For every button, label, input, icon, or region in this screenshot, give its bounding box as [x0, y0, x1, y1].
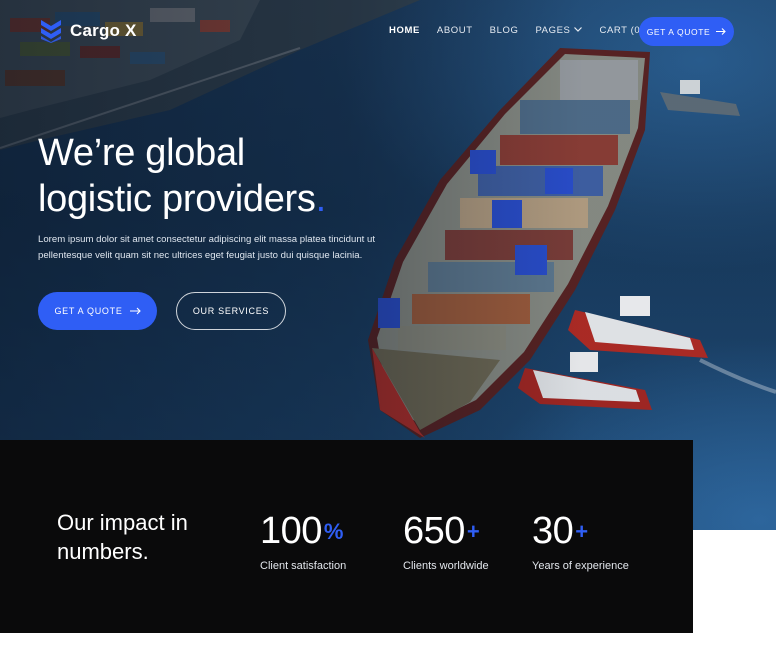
stat-suffix: %	[323, 519, 344, 544]
hero-description: Lorem ipsum dolor sit amet consectetur a…	[38, 234, 376, 261]
brand-logo[interactable]: Cargo X	[40, 19, 137, 43]
stat-clients-worldwide: 650+ Clients worldwide	[403, 509, 489, 572]
hero-headline-line-2: logistic providers	[38, 178, 316, 220]
get-a-quote-nav-button[interactable]: GET A QUOTE	[639, 17, 734, 46]
stat-suffix: +	[575, 519, 588, 544]
arrow-right-icon	[716, 28, 727, 35]
arrow-right-icon	[129, 307, 141, 315]
brand-name: Cargo X	[70, 21, 137, 40]
stat-label: Years of experience	[532, 560, 629, 572]
our-services-button[interactable]: OUR SERVICES	[176, 292, 286, 330]
stat-number: 100	[260, 510, 322, 552]
chevron-down-icon	[574, 27, 583, 32]
stat-value: 30+	[532, 509, 629, 554]
nav-item-about[interactable]: ABOUT	[437, 25, 473, 36]
get-a-quote-button[interactable]: GET A QUOTE	[38, 292, 157, 330]
stat-suffix: +	[466, 519, 480, 544]
hero-headline: We’re global logistic providers.	[38, 130, 458, 222]
hero-headline-accent-dot: .	[315, 178, 327, 220]
stat-label: Clients worldwide	[403, 560, 489, 572]
our-services-label: OUR SERVICES	[192, 306, 270, 316]
nav-item-pages-label: PAGES	[535, 25, 571, 36]
stat-client-satisfaction: 100% Client satisfaction	[260, 509, 346, 572]
stat-number: 650	[403, 510, 465, 552]
nav-item-cart[interactable]: CART (0)	[599, 25, 644, 36]
get-a-quote-label: GET A QUOTE	[54, 306, 123, 316]
stat-years-experience: 30+ Years of experience	[532, 509, 629, 572]
hero-headline-line-1: We’re global	[38, 132, 245, 174]
stat-label: Client satisfaction	[260, 560, 347, 572]
stat-number: 30	[532, 510, 574, 552]
stat-value: 650+	[403, 509, 489, 554]
impact-stats-section: Our impact in numbers. 100% Client satis…	[0, 440, 693, 633]
stats-heading: Our impact in numbers.	[57, 510, 188, 564]
nav-item-pages[interactable]: PAGES	[535, 25, 583, 36]
nav-item-home[interactable]: HOME	[389, 25, 420, 36]
top-navigation: Cargo X HOME ABOUT BLOG PAGES CART (0) G…	[0, 0, 776, 64]
stat-value: 100%	[260, 509, 346, 554]
layered-chevron-logo-icon	[41, 20, 61, 43]
nav-menu: HOME ABOUT BLOG PAGES CART (0)	[389, 25, 661, 36]
get-a-quote-nav-label: GET A QUOTE	[646, 26, 711, 37]
nav-item-blog[interactable]: BLOG	[490, 25, 519, 36]
